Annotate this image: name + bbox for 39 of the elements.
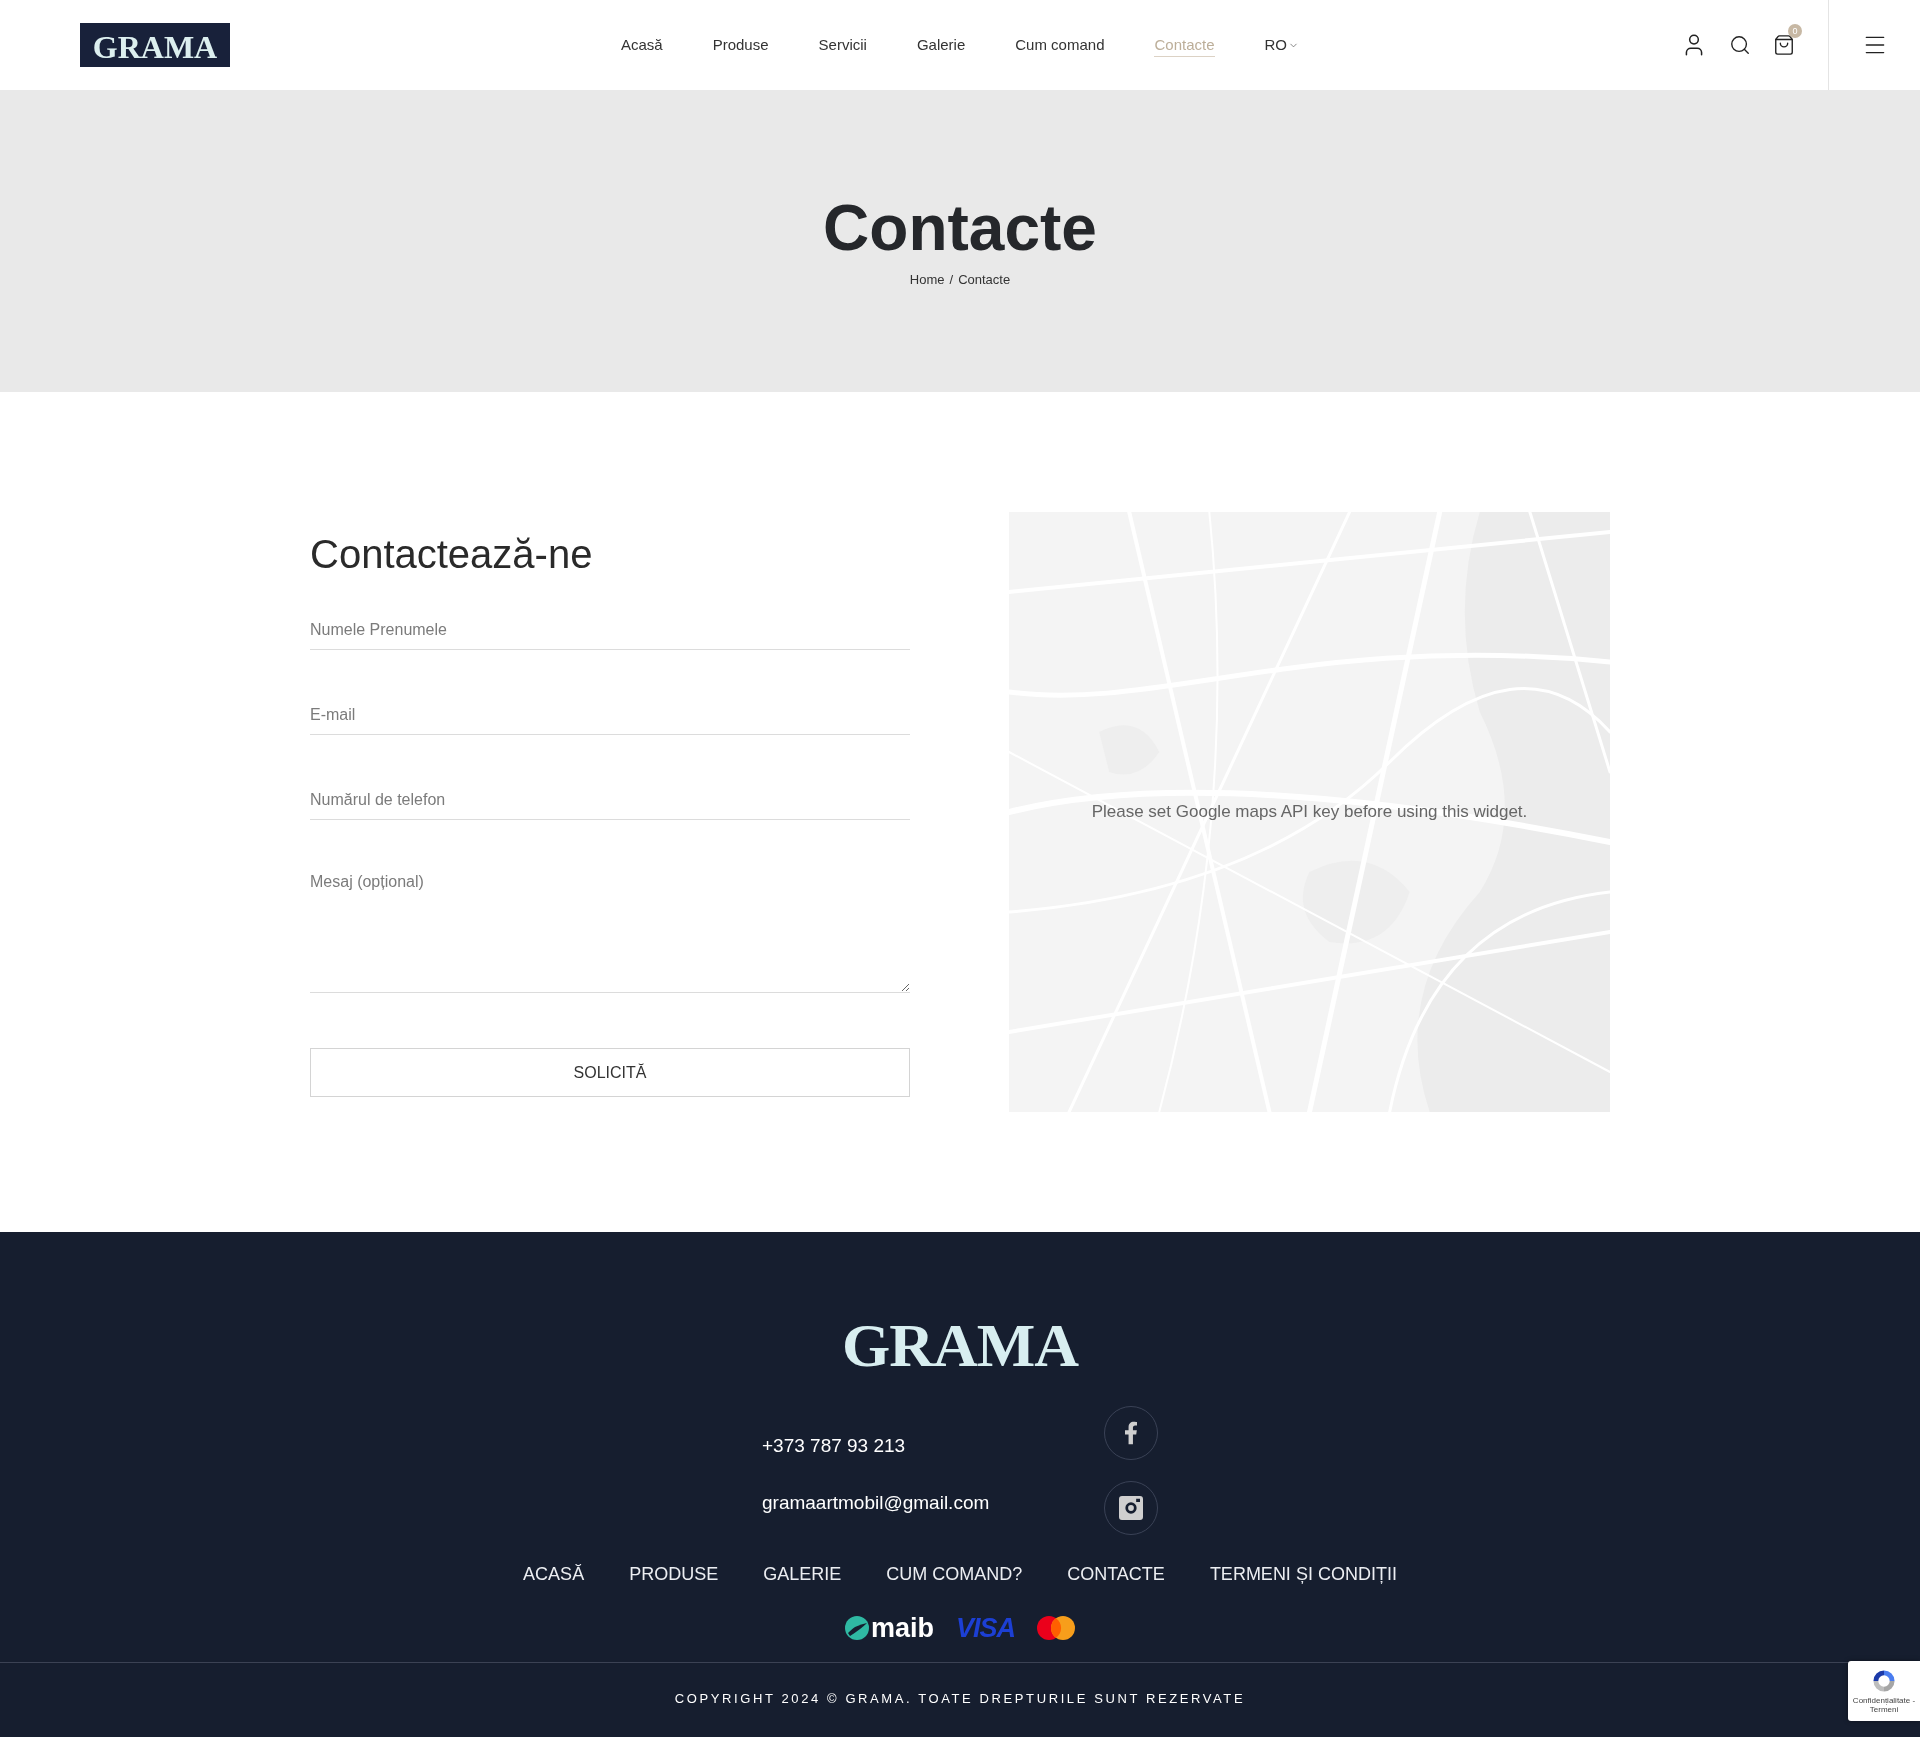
nav-link[interactable]: Acasă	[621, 33, 663, 57]
footer-link[interactable]: TERMENI ȘI CONDIȚII	[1209, 1562, 1397, 1586]
phone-link[interactable]: +373 787 93 213	[762, 1433, 906, 1459]
message-field[interactable]: Mesaj (opțional)	[310, 860, 910, 993]
language-selector[interactable]: RO	[1264, 34, 1299, 56]
footer-logo[interactable]: GRAMA	[841, 1314, 1079, 1376]
nav-link[interactable]: Servicii	[818, 33, 867, 57]
maib-logo-text: maib	[870, 1614, 934, 1642]
recaptcha-caption[interactable]: Confidențialitate - Termeni	[1850, 1696, 1918, 1714]
breadcrumb-link[interactable]: Home	[909, 270, 945, 290]
site-logo[interactable]: GRAMA	[80, 23, 230, 67]
facebook-icon	[1124, 1421, 1138, 1445]
email-link[interactable]: gramaartmobil@gmail.com	[762, 1490, 990, 1516]
submit-button[interactable]: SOLICITĂ	[310, 1048, 910, 1097]
camera-icon	[1119, 1496, 1143, 1520]
footer-link[interactable]: CONTACTE	[1067, 1562, 1165, 1586]
breadcrumb-separator: /	[949, 271, 954, 289]
page-title: Contacte	[823, 196, 1097, 260]
maib-symbol-icon	[844, 1616, 869, 1640]
input-field[interactable]: Numărul de telefon	[310, 780, 910, 820]
input-field[interactable]: E-mail	[310, 695, 910, 735]
search-icon[interactable]	[1729, 34, 1751, 56]
nav-link[interactable]: Produse	[712, 33, 769, 57]
recaptcha-icon	[1871, 1668, 1897, 1694]
input-field[interactable]: Numele Prenumele	[310, 610, 910, 650]
visa-logo-text: VISA	[956, 1614, 1016, 1642]
nav-link[interactable]: Cum comand	[1015, 33, 1105, 57]
cart-count-badge: 0	[1788, 24, 1802, 38]
map-message: Please set Google maps API key before using this widget.	[1091, 801, 1528, 823]
shopping-bag-icon[interactable]	[1773, 34, 1795, 56]
footer-link[interactable]: CUM COMAND?	[886, 1562, 1023, 1586]
breadcrumb-current: Contacte	[958, 271, 1011, 289]
copyright-text: COPYRIGHT 2024 © GRAMA. TOATE DREPTURILE SUNT REZERVATE	[674, 1690, 1246, 1708]
form-heading: Contactează-ne	[310, 531, 594, 578]
nav-link[interactable]: Galerie	[916, 33, 966, 57]
footer-link[interactable]: ACASĂ	[523, 1562, 585, 1586]
mastercard-icon	[1037, 1616, 1076, 1640]
footer-link[interactable]: GALERIE	[763, 1562, 842, 1586]
footer-link[interactable]: PRODUSE	[629, 1562, 719, 1586]
